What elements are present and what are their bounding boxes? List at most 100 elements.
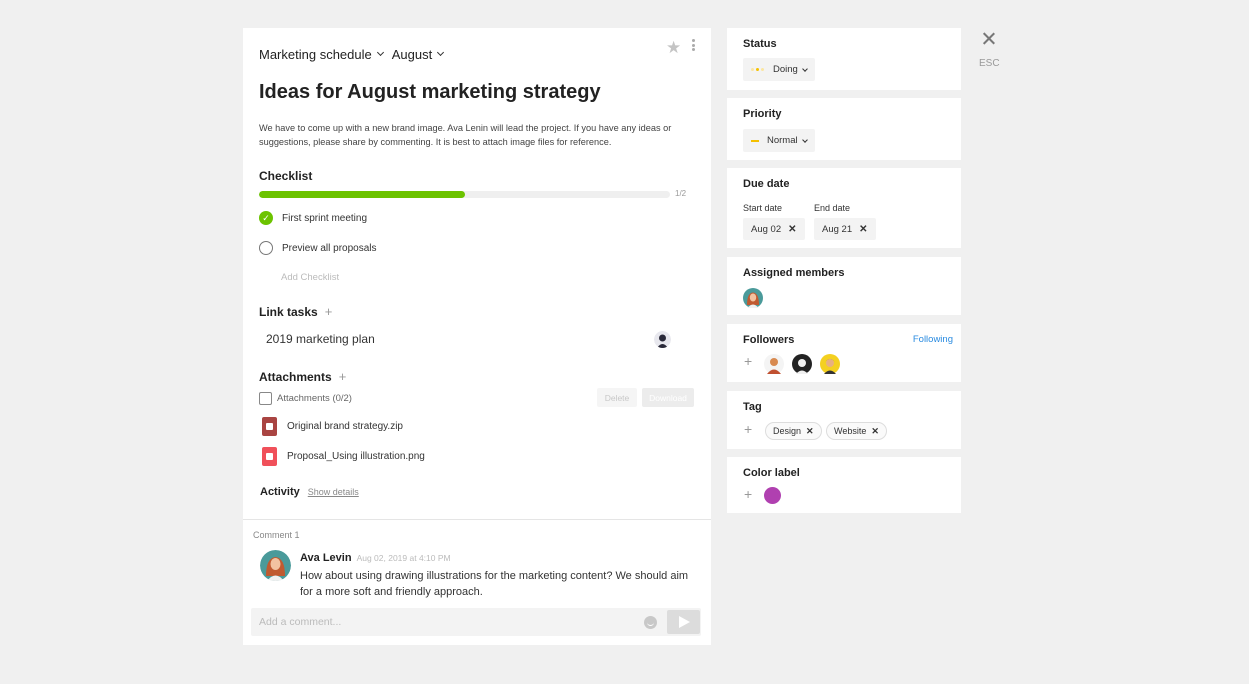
add-checklist-link[interactable]: Add Checklist — [281, 272, 339, 283]
add-attachment-icon[interactable]: + — [339, 369, 347, 384]
remove-tag-icon[interactable]: ✕ — [806, 426, 814, 437]
follower-avatar[interactable] — [764, 354, 784, 374]
due-date-title: Due date — [743, 178, 790, 190]
task-detail-panel: Marketing schedule August ★ Ideas for Au… — [243, 28, 711, 645]
attachment-file-name: Original brand strategy.zip — [287, 421, 403, 432]
priority-dash-icon — [751, 139, 759, 142]
add-tag-icon[interactable]: + — [744, 421, 752, 437]
attachments-count: Attachments (0/2) — [277, 392, 352, 404]
chevron-down-icon — [437, 48, 445, 57]
task-header: Marketing schedule August — [259, 44, 452, 64]
comment-author[interactable]: Ava Levin — [300, 552, 352, 564]
end-date-field[interactable]: Aug 21 ✕ — [814, 218, 876, 240]
more-options-icon[interactable] — [691, 37, 695, 53]
checklist-count: 1/2 — [675, 189, 687, 198]
checklist-item[interactable]: ✓ First sprint meeting — [259, 211, 367, 225]
assigned-members-title: Assigned members — [743, 267, 845, 279]
chevron-down-icon — [801, 136, 808, 143]
tag-label: Design — [773, 426, 802, 436]
avatar — [260, 550, 291, 581]
start-date-value: Aug 02 — [751, 223, 782, 235]
start-date-field[interactable]: Aug 02 ✕ — [743, 218, 805, 240]
checklist-item-label: First sprint meeting — [282, 212, 368, 224]
due-date-card: Due date Start date End date Aug 02 ✕ Au… — [727, 168, 961, 248]
add-link-task-icon[interactable]: + — [325, 304, 333, 319]
emoji-icon[interactable] — [644, 616, 657, 629]
priority-card: Priority Normal — [727, 98, 961, 160]
tag-chip[interactable]: Design ✕ — [765, 422, 822, 440]
tag-card: Tag + Design ✕ Website ✕ — [727, 391, 961, 449]
end-date-label: End date — [814, 203, 851, 213]
start-date-label: Start date — [743, 203, 783, 213]
delete-button[interactable]: Delete — [597, 388, 637, 407]
color-label-card: Color label + — [727, 457, 961, 513]
assigned-members-card: Assigned members — [727, 257, 961, 315]
image-file-icon — [262, 447, 277, 466]
follower-avatar[interactable] — [792, 354, 812, 374]
checklist-progress-bar — [259, 191, 670, 198]
download-button[interactable]: Download — [642, 388, 694, 407]
attachments-label: Attachments — [259, 369, 332, 384]
color-label-swatch[interactable] — [764, 487, 781, 504]
link-tasks-label: Link tasks — [259, 304, 318, 319]
project-dropdown[interactable]: Marketing schedule — [259, 46, 384, 62]
clear-end-date-icon[interactable]: ✕ — [859, 224, 867, 235]
followers-card: Followers Following + — [727, 324, 961, 382]
tag-title: Tag — [743, 401, 762, 413]
task-description[interactable]: We have to come up with a new brand imag… — [259, 121, 699, 149]
attachments-heading: Attachments + — [259, 369, 346, 384]
assigned-member-avatar[interactable] — [743, 288, 763, 308]
attachment-file[interactable]: Proposal_Using illustration.png — [262, 447, 425, 466]
chevron-down-icon — [376, 48, 384, 57]
comment-timestamp: Aug 02, 2019 at 4:10 PM — [356, 553, 451, 563]
select-all-checkbox[interactable] — [259, 391, 272, 405]
follower-avatar[interactable] — [820, 354, 840, 374]
activity-label: Activity — [260, 486, 300, 498]
linked-task[interactable]: 2019 marketing plan — [266, 332, 375, 346]
remove-tag-icon[interactable]: ✕ — [871, 426, 879, 437]
checklist-progress-fill — [259, 191, 465, 198]
following-toggle[interactable]: Following — [913, 334, 953, 345]
add-follower-icon[interactable]: + — [744, 353, 752, 369]
comment-header: Ava Levin Aug 02, 2019 at 4:10 PM — [300, 552, 451, 564]
checklist-item[interactable]: Preview all proposals — [259, 241, 377, 255]
status-card: Status Doing — [727, 28, 961, 90]
show-details-link[interactable]: Show details — [308, 487, 359, 497]
comment-composer — [251, 608, 701, 636]
comment-text: How about using drawing illustrations fo… — [300, 570, 689, 598]
linked-task-assignee-avatar — [654, 331, 671, 348]
star-icon[interactable]: ★ — [666, 38, 681, 58]
comment-input[interactable] — [251, 608, 631, 636]
comment-count: Comment 1 — [253, 530, 300, 540]
month-label: August — [391, 46, 433, 62]
empty-circle-icon[interactable] — [259, 241, 273, 255]
divider — [243, 519, 711, 520]
check-circle-icon[interactable]: ✓ — [259, 211, 273, 225]
esc-hint: ESC — [979, 58, 1000, 69]
end-date-value: Aug 21 — [822, 223, 853, 235]
status-dropdown[interactable]: Doing — [743, 58, 815, 81]
priority-dropdown[interactable]: Normal — [743, 129, 815, 152]
link-tasks-heading: Link tasks + — [259, 304, 332, 319]
tag-chip[interactable]: Website ✕ — [826, 422, 887, 440]
checklist-item-label: Preview all proposals — [282, 242, 377, 254]
tag-label: Website — [834, 426, 867, 436]
attachment-file-name: Proposal_Using illustration.png — [287, 451, 425, 462]
followers-title: Followers — [743, 334, 795, 346]
close-icon[interactable] — [979, 29, 999, 49]
month-dropdown[interactable]: August — [391, 46, 445, 62]
status-dots-icon — [751, 68, 766, 71]
clear-start-date-icon[interactable]: ✕ — [788, 224, 796, 235]
task-title[interactable]: Ideas for August marketing strategy — [259, 81, 601, 104]
zip-file-icon — [262, 417, 277, 436]
color-label-title: Color label — [743, 467, 800, 479]
activity-heading: Activity Show details — [260, 486, 359, 498]
attachment-file[interactable]: Original brand strategy.zip — [262, 417, 403, 436]
project-label: Marketing schedule — [259, 46, 372, 62]
add-color-icon[interactable]: + — [744, 486, 752, 502]
priority-value: Normal — [767, 135, 798, 146]
status-value: Doing — [773, 64, 798, 75]
status-title: Status — [743, 38, 777, 50]
chevron-down-icon — [801, 65, 808, 72]
send-button[interactable] — [667, 610, 700, 634]
